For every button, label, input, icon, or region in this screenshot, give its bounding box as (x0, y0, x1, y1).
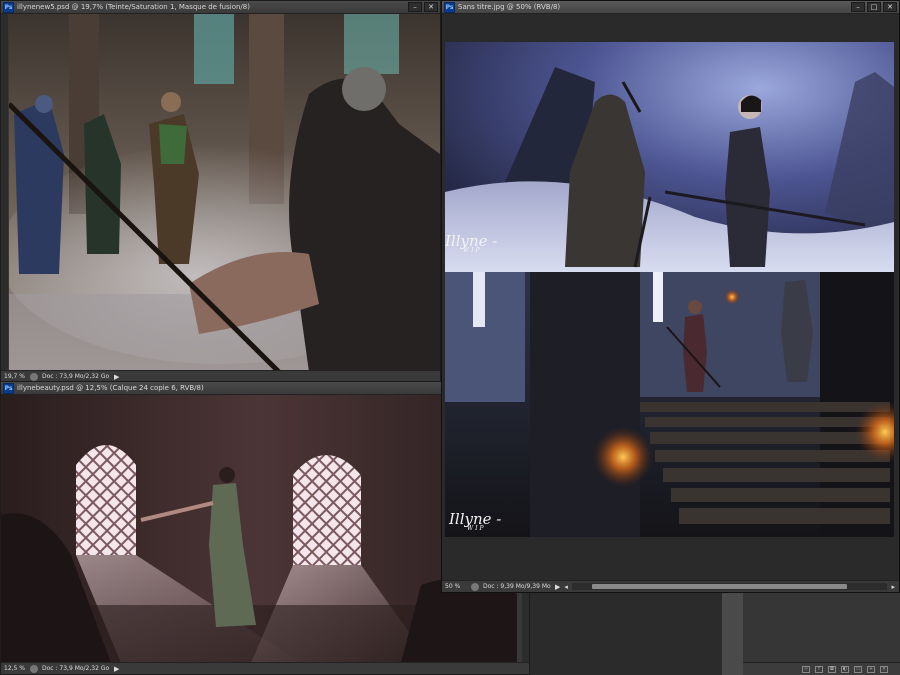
close-button[interactable]: ✕ (883, 2, 897, 12)
zoom-level[interactable]: 19,7 % (1, 373, 26, 380)
status-menu-arrow-icon[interactable]: ▶ (114, 665, 119, 673)
canvas-artwork-staircase[interactable]: Illyne - WIP (445, 272, 894, 537)
window-controls: – ✕ (408, 2, 438, 12)
status-info-icon[interactable] (30, 372, 38, 381)
canvas-artwork-window-light[interactable] (1, 395, 517, 663)
zoom-level[interactable]: 12,5 % (1, 665, 26, 672)
canvas-artwork-market-scene[interactable] (9, 14, 440, 372)
status-info-icon[interactable] (471, 582, 479, 591)
horizontal-scrollbar[interactable] (571, 583, 888, 590)
photoshop-icon: Ps (444, 1, 455, 13)
document-window-sans-titre[interactable]: Ps Sans titre.jpg @ 50% (RVB/8) – □ ✕ Il… (441, 0, 900, 593)
painting-staircase (445, 272, 894, 537)
group-folder-icon[interactable]: ▭ (854, 665, 862, 673)
layer-style-fx-icon[interactable]: f (815, 665, 823, 673)
scroll-left-arrow-icon[interactable]: ◂ (564, 583, 568, 591)
scrollbar-thumb[interactable] (591, 584, 847, 589)
status-menu-arrow-icon[interactable]: ▶ (555, 583, 560, 591)
status-bar: 12,5 % Doc : 73,9 Mo/2,32 Go ▶ (1, 662, 529, 674)
window-title: illynebeauty.psd @ 12,5% (Calque 24 copi… (17, 384, 204, 392)
painting-window-light (1, 395, 517, 663)
signature-bottom: Illyne - WIP (449, 510, 501, 532)
painting-market-scene (9, 14, 440, 372)
status-info-icon[interactable] (30, 664, 38, 673)
document-window-illynenew5[interactable]: Ps illynenew5.psd @ 19,7% (Teinte/Satura… (0, 0, 441, 383)
maximize-button[interactable]: □ (867, 2, 881, 12)
layers-panel-footer: ∞ f ◘ ◐ ▭ + × (743, 662, 900, 675)
status-menu-arrow-icon[interactable]: ▶ (114, 373, 119, 381)
status-bar: 50 % Doc : 9,39 Mo/9,39 Mo ▶ ◂ ▸ (442, 580, 899, 592)
window-titlebar[interactable]: Ps Sans titre.jpg @ 50% (RVB/8) (442, 1, 899, 14)
document-size: Doc : 73,9 Mo/2,32 Go (42, 373, 110, 380)
photoshop-icon: Ps (3, 382, 14, 394)
workspace-background-block (530, 592, 722, 675)
panel-background-block (743, 592, 900, 662)
document-size: Doc : 73,9 Mo/2,32 Go (42, 665, 110, 672)
window-titlebar[interactable]: Ps illynenew5.psd @ 19,7% (Teinte/Satura… (1, 1, 440, 14)
painting-snow-scene (445, 42, 894, 272)
minimize-button[interactable]: – (851, 2, 865, 12)
signature-top: Illyne - WIP (445, 232, 497, 254)
close-button[interactable]: ✕ (424, 2, 438, 12)
window-title: Sans titre.jpg @ 50% (RVB/8) (458, 3, 561, 11)
document-size: Doc : 9,39 Mo/9,39 Mo (483, 583, 551, 590)
new-layer-icon[interactable]: + (867, 665, 875, 673)
zoom-level[interactable]: 50 % (442, 583, 467, 590)
link-layers-icon[interactable]: ∞ (802, 665, 810, 673)
window-controls: – □ ✕ (851, 2, 897, 12)
minimize-button[interactable]: – (408, 2, 422, 12)
scroll-right-arrow-icon[interactable]: ▸ (891, 583, 895, 591)
photoshop-icon: Ps (3, 1, 14, 13)
window-title: illynenew5.psd @ 19,7% (Teinte/Saturatio… (17, 3, 250, 11)
adjustment-layer-icon[interactable]: ◐ (841, 665, 849, 673)
delete-layer-icon[interactable]: × (880, 665, 888, 673)
vertical-scrollbar[interactable] (1, 14, 8, 372)
canvas-artwork-snow-scene[interactable]: Illyne - WIP (445, 42, 894, 272)
layer-mask-icon[interactable]: ◘ (828, 665, 836, 673)
